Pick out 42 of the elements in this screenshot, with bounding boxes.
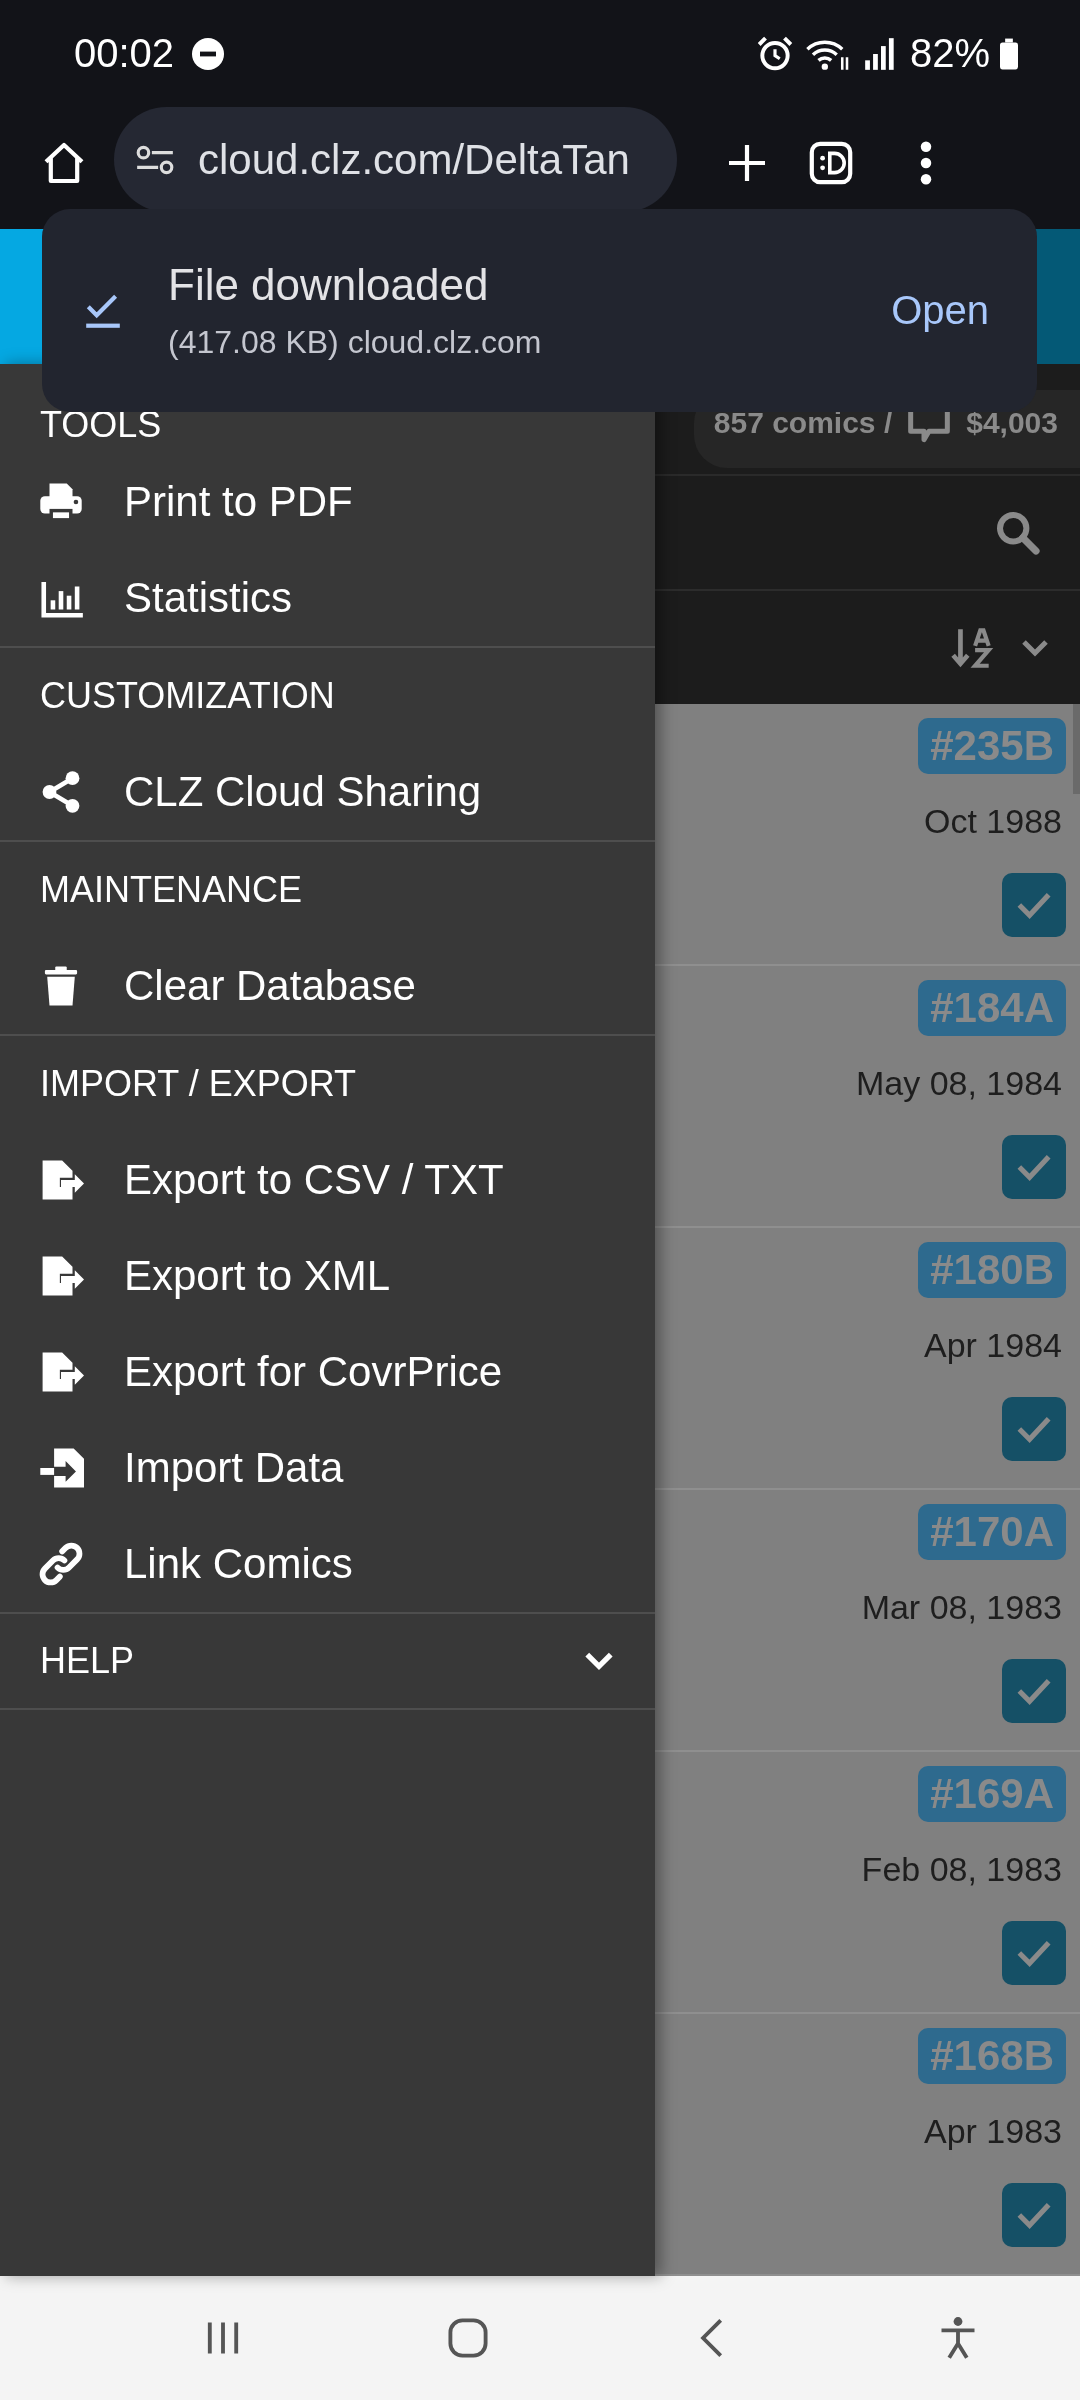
alarm-icon bbox=[755, 34, 794, 73]
notification-title: File downloaded bbox=[168, 260, 490, 311]
menu-item[interactable]: Import Data bbox=[0, 1420, 655, 1517]
status-time: 00:02 bbox=[74, 31, 175, 77]
checkbox[interactable] bbox=[1002, 2183, 1066, 2248]
section-heading: IMPORT / EXPORT bbox=[39, 1062, 358, 1107]
battery-icon bbox=[1000, 36, 1018, 71]
issue-badge: #235B bbox=[918, 718, 1066, 775]
issue-badge: #170A bbox=[918, 1504, 1066, 1561]
link-icon bbox=[38, 1541, 84, 1588]
issue-badge: #169A bbox=[918, 1766, 1066, 1823]
checkbox[interactable] bbox=[1002, 1659, 1066, 1724]
menu-item[interactable]: Link Comics bbox=[0, 1516, 655, 1613]
release-date: May 08, 1984 bbox=[855, 1064, 1062, 1104]
release-date: Mar 08, 1983 bbox=[861, 1588, 1062, 1628]
menu-item[interactable]: Export to CSV / TXT bbox=[0, 1132, 655, 1229]
section-heading: TOOLS bbox=[39, 403, 163, 448]
release-date: Apr 1984 bbox=[924, 1326, 1062, 1366]
checkbox[interactable] bbox=[1002, 873, 1066, 938]
issue-badge: #168B bbox=[918, 2028, 1066, 2085]
menu-item[interactable]: CLZ Cloud Sharing bbox=[0, 744, 655, 841]
release-date: Feb 08, 1983 bbox=[861, 1850, 1062, 1890]
release-date: Oct 1988 bbox=[924, 802, 1062, 842]
battery-percent: 82% bbox=[909, 31, 990, 77]
menu-item[interactable]: Export to XML bbox=[0, 1228, 655, 1325]
menu-item[interactable]: Statistics bbox=[0, 550, 655, 647]
menu-item[interactable]: Print to PDF bbox=[0, 454, 655, 551]
menu-item[interactable]: Export for CovrPrice bbox=[0, 1324, 655, 1421]
section-heading: MAINTENANCE bbox=[39, 868, 304, 913]
open-button[interactable]: Open bbox=[883, 280, 997, 342]
issue-badge: #184A bbox=[918, 980, 1066, 1037]
checkbox[interactable] bbox=[1002, 1135, 1066, 1200]
home-button-icon[interactable] bbox=[445, 2316, 490, 2361]
menu-item[interactable]: Clear Database bbox=[0, 938, 655, 1035]
section-heading: CUSTOMIZATION bbox=[39, 674, 336, 719]
checkbox[interactable] bbox=[1002, 1921, 1066, 1986]
release-date: Apr 1983 bbox=[924, 2112, 1062, 2152]
issue-badge: #180B bbox=[918, 1242, 1066, 1299]
site-settings-icon[interactable] bbox=[134, 143, 176, 176]
notification-detail: (417.08 KB) cloud.clz.com bbox=[168, 324, 543, 362]
do-not-disturb-icon bbox=[192, 37, 225, 70]
checkbox[interactable] bbox=[1002, 1397, 1066, 1462]
